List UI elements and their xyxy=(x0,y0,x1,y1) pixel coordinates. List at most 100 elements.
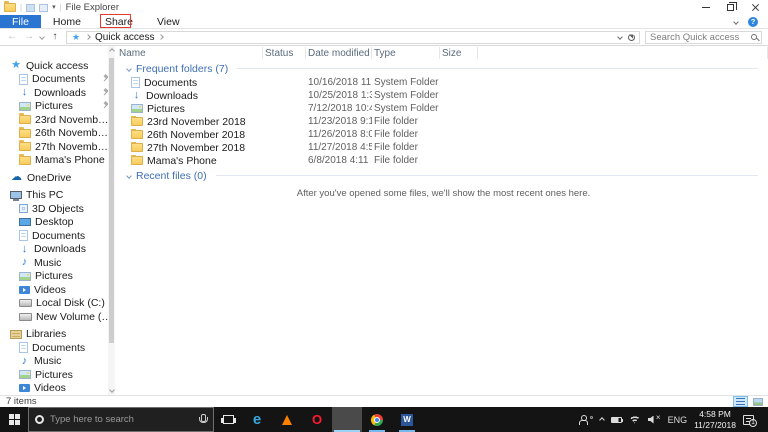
sidebar-item-label: Downloads xyxy=(34,87,86,99)
taskbar-app-word[interactable]: W xyxy=(392,407,422,432)
breadcrumb-chevron-icon[interactable] xyxy=(159,34,165,40)
sidebar-item-downloads[interactable]: Downloads xyxy=(0,243,115,257)
language-indicator[interactable]: ENG xyxy=(668,415,688,425)
taskbar-app-vlc[interactable] xyxy=(272,407,302,432)
volume-muted-icon[interactable] xyxy=(648,416,661,424)
customize-toolbar-caret-icon[interactable] xyxy=(52,4,56,11)
sidebar-item-downloads[interactable]: Downloads xyxy=(0,86,115,100)
address-bar[interactable]: Quick access xyxy=(66,31,640,44)
tab-share[interactable]: Share xyxy=(93,15,145,28)
sidebar-item-pictures[interactable]: Pictures xyxy=(0,100,115,114)
battery-icon[interactable] xyxy=(611,417,622,423)
sidebar-item-label: Videos xyxy=(34,284,66,296)
file-row-26th-november-2018[interactable]: 26th November 201811/26/2018 8:08 PMFile… xyxy=(119,128,768,141)
file-row-mama-s-phone[interactable]: Mama's Phone6/8/2018 4:11 PMFile folder xyxy=(119,154,768,167)
expand-ribbon-icon[interactable] xyxy=(733,19,739,25)
sidebar-item-26th-november-2018[interactable]: 26th November 2018 xyxy=(0,127,115,141)
window-title: File Explorer xyxy=(66,2,119,13)
show-hidden-icons-icon[interactable] xyxy=(599,417,605,423)
cortana-icon xyxy=(35,415,44,424)
column-header-name[interactable]: Name xyxy=(119,47,263,59)
minimize-button[interactable] xyxy=(693,0,718,15)
sidebar-item-new-volume-d[interactable]: New Volume (D:) xyxy=(0,310,115,324)
sidebar-item-videos[interactable]: Videos xyxy=(0,382,115,396)
file-row-documents[interactable]: Documents10/16/2018 11:44 ...System Fold… xyxy=(119,76,768,89)
file-row-27th-november-2018[interactable]: 27th November 201811/27/2018 4:54 PMFile… xyxy=(119,141,768,154)
taskbar-app-opera[interactable]: O xyxy=(302,407,332,432)
sidebar-item-mama-s-phone[interactable]: Mama's Phone xyxy=(0,154,115,168)
desktop-icon xyxy=(19,218,31,226)
chevron-down-icon[interactable] xyxy=(126,173,132,179)
search-icon[interactable] xyxy=(751,34,757,40)
breadcrumb[interactable]: Quick access xyxy=(95,32,154,43)
taskbar-app-file-explorer[interactable] xyxy=(332,407,362,432)
recent-locations-icon[interactable] xyxy=(39,34,45,40)
quick-access-toolbar-button[interactable] xyxy=(39,4,48,12)
details-view-button[interactable] xyxy=(733,396,748,407)
close-button[interactable] xyxy=(743,0,768,15)
sidebar-scrollbar[interactable] xyxy=(108,46,115,395)
sidebar-item-onedrive[interactable]: OneDrive xyxy=(0,171,115,185)
sidebar-item-label: Documents xyxy=(32,73,85,85)
taskbar-app-chrome[interactable] xyxy=(362,407,392,432)
up-button[interactable] xyxy=(49,32,61,42)
task-view-button[interactable] xyxy=(214,407,242,432)
explorer-search-input[interactable]: Search Quick access xyxy=(645,31,762,44)
tab-home[interactable]: Home xyxy=(41,15,93,28)
group-header-recent-files-0[interactable]: Recent files (0) xyxy=(119,168,768,183)
file-row-pictures[interactable]: Pictures7/12/2018 10:41 AMSystem Folder xyxy=(119,102,768,115)
sidebar-item-videos[interactable]: Videos xyxy=(0,283,115,297)
sidebar-item-desktop[interactable]: Desktop xyxy=(0,216,115,230)
help-icon[interactable]: ? xyxy=(748,17,758,27)
refresh-icon[interactable] xyxy=(628,34,635,41)
file-name: 23rd November 2018 xyxy=(147,116,246,128)
sidebar-item-pictures[interactable]: Pictures xyxy=(0,368,115,382)
wifi-icon[interactable] xyxy=(629,416,641,424)
notification-badge: 1 xyxy=(749,419,757,427)
tab-file[interactable]: File xyxy=(0,15,41,28)
clock[interactable]: 4:58 PM 11/27/2018 xyxy=(694,409,736,429)
column-header-type[interactable]: Type xyxy=(372,47,440,59)
taskbar-search-input[interactable]: Type here to search xyxy=(28,407,214,432)
column-header-size[interactable]: Size xyxy=(440,47,478,59)
sidebar-item-documents[interactable]: Documents xyxy=(0,229,115,243)
sidebar-item-this-pc[interactable]: This PC xyxy=(0,189,115,203)
cell-date-modified: 10/16/2018 11:44 ... xyxy=(306,77,372,88)
column-header-date-modified[interactable]: Date modified xyxy=(306,47,372,59)
scroll-up-icon[interactable] xyxy=(109,48,115,54)
scrollbar-thumb[interactable] xyxy=(109,58,114,343)
tab-view[interactable]: View xyxy=(145,15,192,28)
chevron-down-icon[interactable] xyxy=(126,66,132,72)
sidebar-item-music[interactable]: Music xyxy=(0,355,115,369)
column-header-status[interactable]: Status xyxy=(263,47,306,59)
forward-button[interactable] xyxy=(23,32,35,42)
action-center-icon[interactable]: 1 xyxy=(743,415,754,425)
start-button[interactable] xyxy=(0,407,28,432)
sidebar-item-3d-objects[interactable]: 3D Objects xyxy=(0,202,115,216)
sidebar-item-23rd-november-2018[interactable]: 23rd November 2018 xyxy=(0,113,115,127)
sidebar-item-documents[interactable]: Documents xyxy=(0,73,115,87)
sidebar-item-libraries[interactable]: Libraries xyxy=(0,328,115,342)
sidebar-item-label: Downloads xyxy=(34,243,86,255)
scroll-down-icon[interactable] xyxy=(109,387,115,393)
group-divider xyxy=(237,68,758,69)
address-dropdown-icon[interactable] xyxy=(617,34,623,40)
sidebar-item-local-disk-c[interactable]: Local Disk (C:) xyxy=(0,297,115,311)
taskbar-app-edge[interactable]: e xyxy=(242,407,272,432)
back-button[interactable] xyxy=(6,32,18,42)
file-row-downloads[interactable]: Downloads10/25/2018 1:33 PMSystem Folder xyxy=(119,89,768,102)
group-header-frequent-folders-7[interactable]: Frequent folders (7) xyxy=(119,61,768,76)
sidebar-item-documents[interactable]: Documents xyxy=(0,341,115,355)
quick-access-toolbar-button[interactable] xyxy=(26,4,35,12)
sidebar-item-27th-november-2018[interactable]: 27th November 2018 xyxy=(0,140,115,154)
sidebar-item-quick-access[interactable]: Quick access xyxy=(0,59,115,73)
breadcrumb-chevron-icon[interactable] xyxy=(85,34,91,40)
restore-button[interactable] xyxy=(718,0,743,15)
sidebar-item-music[interactable]: Music xyxy=(0,256,115,270)
sidebar-item-label: Desktop xyxy=(35,216,74,228)
microphone-icon[interactable] xyxy=(198,414,207,425)
people-icon[interactable] xyxy=(579,415,593,425)
file-row-23rd-november-2018[interactable]: 23rd November 201811/23/2018 9:13 PMFile… xyxy=(119,115,768,128)
thumbnails-view-button[interactable] xyxy=(750,396,765,407)
sidebar-item-pictures[interactable]: Pictures xyxy=(0,270,115,284)
